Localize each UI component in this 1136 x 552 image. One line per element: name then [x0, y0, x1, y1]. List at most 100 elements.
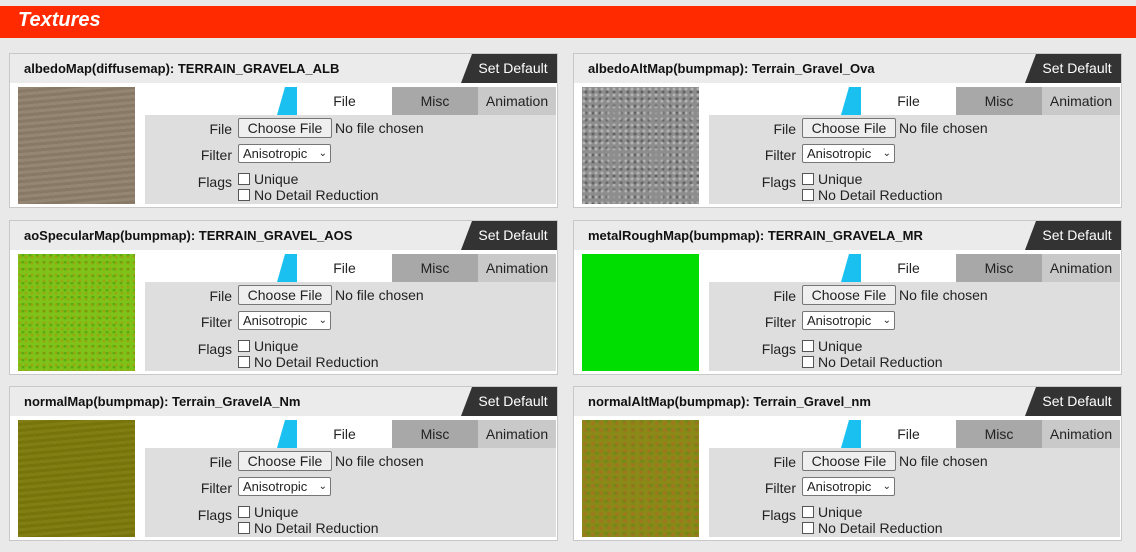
filter-label: Filter — [764, 147, 796, 163]
panel-title: albedoAltMap(bumpmap): Terrain_Gravel_Ov… — [588, 61, 875, 76]
filter-select[interactable]: Anisotropic ⌄ — [238, 477, 331, 496]
panel-title-bar: normalMap(bumpmap): Terrain_GravelA_Nm S… — [10, 387, 557, 416]
textures-header: Textures — [0, 6, 1136, 38]
chevron-down-icon: ⌄ — [882, 315, 891, 326]
no-detail-reduction-checkbox[interactable]: No Detail Reduction — [238, 520, 379, 536]
texture-tabs: File Misc Animation — [277, 87, 556, 115]
texture-panel-albedo: albedoMap(diffusemap): TERRAIN_GRAVELA_A… — [9, 53, 558, 208]
texture-tabs: File Misc Animation — [841, 87, 1120, 115]
filter-select[interactable]: Anisotropic ⌄ — [802, 144, 895, 163]
panel-title-bar: aoSpecularMap(bumpmap): TERRAIN_GRAVEL_A… — [10, 221, 557, 250]
filter-value: Anisotropic — [807, 479, 872, 494]
panel-title: metalRoughMap(bumpmap): TERRAIN_GRAVELA_… — [588, 228, 923, 243]
panel-title-bar: albedoMap(diffusemap): TERRAIN_GRAVELA_A… — [10, 54, 557, 83]
unique-checkbox[interactable]: Unique — [802, 171, 862, 187]
no-detail-reduction-label: No Detail Reduction — [254, 520, 379, 536]
choose-file-button[interactable]: Choose File — [802, 451, 896, 471]
file-form: File Choose File No file chosen Filter A… — [709, 448, 1120, 537]
unique-checkbox[interactable]: Unique — [802, 504, 862, 520]
chevron-down-icon: ⌄ — [318, 148, 327, 159]
choose-file-button[interactable]: Choose File — [238, 285, 332, 305]
choose-file-button[interactable]: Choose File — [802, 285, 896, 305]
no-detail-reduction-checkbox[interactable]: No Detail Reduction — [802, 520, 943, 536]
unique-checkbox[interactable]: Unique — [802, 338, 862, 354]
unique-checkbox[interactable]: Unique — [238, 504, 298, 520]
file-form: File Choose File No file chosen Filter A… — [709, 115, 1120, 204]
tab-misc[interactable]: Misc — [392, 420, 478, 448]
texture-tabs: File Misc Animation — [277, 420, 556, 448]
file-label: File — [209, 288, 232, 304]
unique-checkbox[interactable]: Unique — [238, 171, 298, 187]
tab-file[interactable]: File — [861, 87, 956, 115]
texture-thumbnail — [582, 420, 699, 537]
filter-label: Filter — [200, 147, 232, 163]
tab-misc[interactable]: Misc — [956, 420, 1042, 448]
texture-tabs: File Misc Animation — [841, 420, 1120, 448]
no-detail-reduction-checkbox[interactable]: No Detail Reduction — [802, 354, 943, 370]
set-default-button[interactable]: Set Default — [1025, 221, 1121, 250]
textures-title: Textures — [18, 9, 101, 31]
checkbox-icon — [802, 522, 814, 535]
tab-accent — [277, 87, 297, 115]
unique-label: Unique — [254, 171, 299, 187]
no-file-text: No file chosen — [335, 453, 424, 469]
tab-misc[interactable]: Misc — [956, 87, 1042, 115]
choose-file-button[interactable]: Choose File — [238, 118, 332, 138]
tab-file[interactable]: File — [861, 254, 956, 282]
set-default-button[interactable]: Set Default — [1025, 54, 1121, 83]
filter-select[interactable]: Anisotropic ⌄ — [802, 311, 895, 330]
filter-select[interactable]: Anisotropic ⌄ — [238, 311, 331, 330]
filter-select[interactable]: Anisotropic ⌄ — [802, 477, 895, 496]
no-detail-reduction-checkbox[interactable]: No Detail Reduction — [238, 187, 379, 203]
no-detail-reduction-label: No Detail Reduction — [254, 187, 379, 203]
filter-select[interactable]: Anisotropic ⌄ — [238, 144, 331, 163]
texture-thumbnail — [18, 87, 135, 204]
set-default-button[interactable]: Set Default — [461, 54, 557, 83]
no-detail-reduction-checkbox[interactable]: No Detail Reduction — [238, 354, 379, 370]
unique-label: Unique — [818, 504, 863, 520]
tab-file[interactable]: File — [297, 254, 392, 282]
tab-accent — [277, 254, 297, 282]
chevron-down-icon: ⌄ — [882, 481, 891, 492]
tab-animation[interactable]: Animation — [1042, 87, 1120, 115]
filter-value: Anisotropic — [243, 146, 308, 161]
choose-file-button[interactable]: Choose File — [802, 118, 896, 138]
tab-file[interactable]: File — [297, 87, 392, 115]
unique-label: Unique — [818, 171, 863, 187]
set-default-button[interactable]: Set Default — [1025, 387, 1121, 416]
tab-animation[interactable]: Animation — [478, 87, 556, 115]
texture-panel-ao-specular: aoSpecularMap(bumpmap): TERRAIN_GRAVEL_A… — [9, 220, 558, 375]
tab-animation[interactable]: Animation — [1042, 254, 1120, 282]
no-file-text: No file chosen — [899, 453, 988, 469]
tab-animation[interactable]: Animation — [1042, 420, 1120, 448]
tab-file[interactable]: File — [861, 420, 956, 448]
tab-misc[interactable]: Misc — [956, 254, 1042, 282]
tab-misc[interactable]: Misc — [392, 87, 478, 115]
set-default-button[interactable]: Set Default — [461, 387, 557, 416]
unique-checkbox[interactable]: Unique — [238, 338, 298, 354]
flags-label: Flags — [761, 507, 796, 523]
unique-label: Unique — [254, 504, 299, 520]
checkbox-icon — [802, 173, 814, 186]
tab-animation[interactable]: Animation — [478, 420, 556, 448]
set-default-button[interactable]: Set Default — [461, 221, 557, 250]
filter-label: Filter — [200, 314, 232, 330]
texture-panel-normal: normalMap(bumpmap): Terrain_GravelA_Nm S… — [9, 386, 558, 541]
filter-value: Anisotropic — [243, 313, 308, 328]
filter-label: Filter — [200, 480, 232, 496]
file-form: File Choose File No file chosen Filter A… — [145, 115, 556, 204]
tab-accent — [277, 420, 297, 448]
chevron-down-icon: ⌄ — [318, 315, 327, 326]
texture-tabs: File Misc Animation — [841, 254, 1120, 282]
tab-misc[interactable]: Misc — [392, 254, 478, 282]
texture-thumbnail — [18, 254, 135, 371]
tab-animation[interactable]: Animation — [478, 254, 556, 282]
filter-label: Filter — [764, 480, 796, 496]
no-detail-reduction-label: No Detail Reduction — [818, 520, 943, 536]
checkbox-icon — [238, 506, 250, 519]
panel-title: albedoMap(diffusemap): TERRAIN_GRAVELA_A… — [24, 61, 340, 76]
tab-file[interactable]: File — [297, 420, 392, 448]
choose-file-button[interactable]: Choose File — [238, 451, 332, 471]
flags-label: Flags — [197, 507, 232, 523]
no-detail-reduction-checkbox[interactable]: No Detail Reduction — [802, 187, 943, 203]
